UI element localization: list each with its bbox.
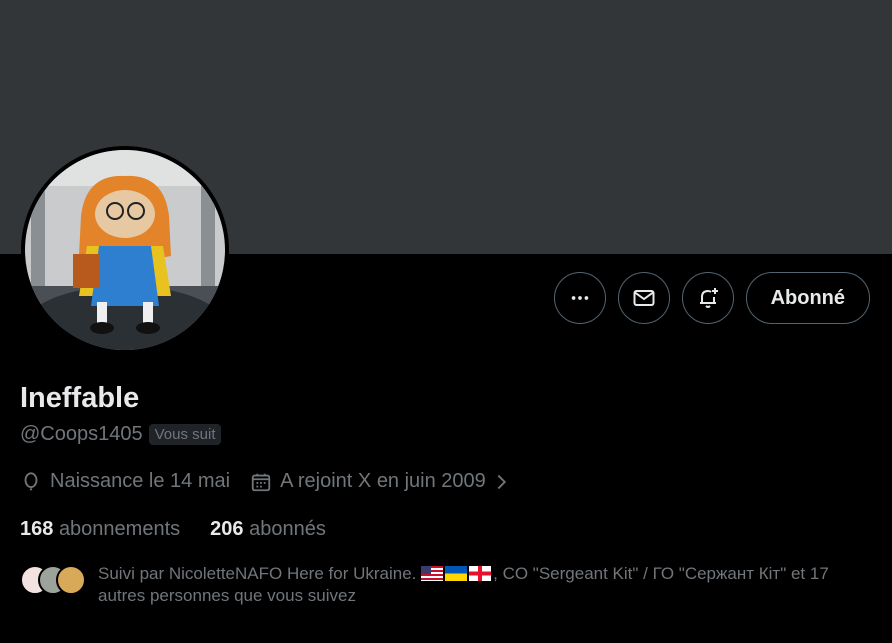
profile-actions: Abonné <box>553 272 870 324</box>
birthday-item: Naissance le 14 mai <box>20 470 230 493</box>
georgia-flag-icon <box>469 566 492 581</box>
followers-count: 206 <box>210 518 244 540</box>
joined-text: A rejoint X en juin 2009 <box>280 470 486 492</box>
following-count: 168 <box>20 518 54 540</box>
display-name: Ineffable <box>20 382 140 414</box>
us-flag-icon <box>421 566 444 581</box>
follower-avatar <box>56 565 86 595</box>
following-label: abonnements <box>58 518 181 540</box>
message-icon <box>633 290 655 306</box>
followed-by-avatars <box>20 565 86 607</box>
followed-by-row[interactable]: Suivi par NicoletteNAFO Here for Ukraine… <box>20 563 858 607</box>
profile-meta: Naissance le 14 mai A rejoint X en juin … <box>20 470 530 493</box>
ukraine-flag-icon <box>445 566 468 581</box>
user-handle: @Coops1405 <box>20 423 143 445</box>
more-button[interactable] <box>553 272 606 324</box>
following-button[interactable]: Abonné <box>745 272 870 324</box>
follow-stats: 168 abonnements 206 abonnés <box>20 518 326 541</box>
birthday-text: Naissance le 14 mai <box>50 470 231 492</box>
more-icon <box>571 296 588 300</box>
message-button[interactable] <box>617 272 670 324</box>
followed-by-prefix: Suivi par NicoletteNAFO Here for Ukraine… <box>98 564 417 583</box>
profile-avatar[interactable] <box>21 146 229 354</box>
followed-by-text: Suivi par NicoletteNAFO Here for Ukraine… <box>98 563 858 607</box>
followers-link[interactable]: 206 abonnés <box>210 518 326 541</box>
notifications-icon <box>699 288 718 308</box>
chevron-right-icon <box>497 474 506 489</box>
follows-you-badge: Vous suit <box>148 424 222 445</box>
balloon-icon <box>24 471 38 490</box>
handle-row: @Coops1405 Vous suit <box>20 423 222 446</box>
joined-item[interactable]: A rejoint X en juin 2009 <box>250 470 510 493</box>
followers-label: abonnés <box>249 518 326 540</box>
avatar-image <box>25 150 225 350</box>
following-link[interactable]: 168 abonnements <box>20 518 180 541</box>
notifications-button[interactable] <box>681 272 734 324</box>
calendar-icon <box>251 473 271 491</box>
